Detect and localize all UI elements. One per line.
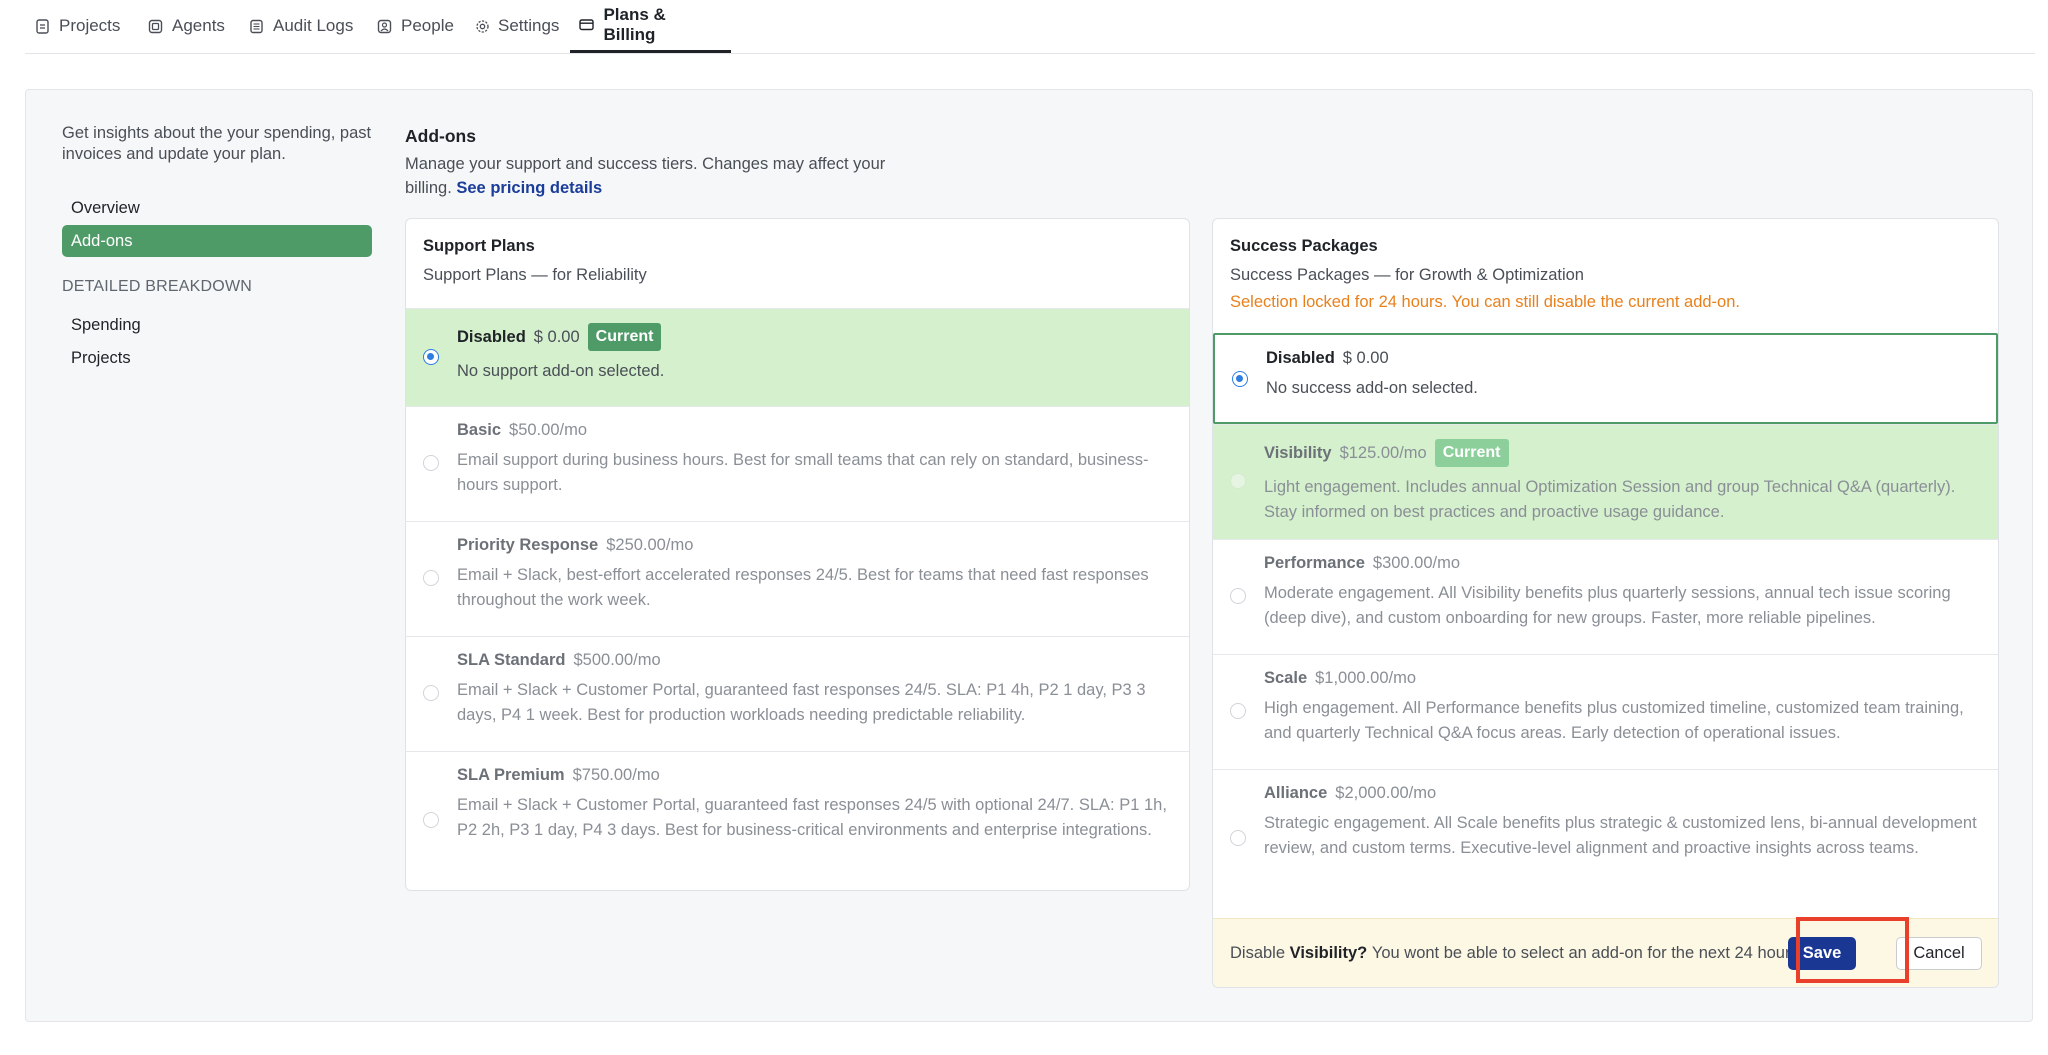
document-icon xyxy=(33,17,51,35)
tab-label: Audit Logs xyxy=(273,16,354,35)
current-badge: Current xyxy=(587,323,662,351)
option-price: $ 0.00 xyxy=(1342,349,1389,367)
radio[interactable] xyxy=(1230,473,1246,489)
option-name: Visibility xyxy=(1264,443,1332,462)
option-price: $50.00/mo xyxy=(509,421,588,439)
option-description: Email + Slack, best-effort accelerated r… xyxy=(457,566,1149,609)
tab-label: Agents xyxy=(172,16,225,35)
radio[interactable] xyxy=(1230,830,1246,846)
radio-selected[interactable] xyxy=(423,349,439,365)
confirm-prefix: Disable xyxy=(1230,943,1286,962)
tab-label: Projects xyxy=(59,16,121,35)
option-description: High engagement. All Performance benefit… xyxy=(1264,699,1964,742)
option-description: No success add-on selected. xyxy=(1266,379,1478,397)
log-icon xyxy=(247,17,265,35)
tab-agents[interactable]: Agents xyxy=(138,0,239,53)
top-tabs: Projects Agents Audit Logs People Settin… xyxy=(25,0,2035,54)
option-name: SLA Standard xyxy=(457,651,566,669)
tab-audit-logs[interactable]: Audit Logs xyxy=(239,0,367,53)
option-description: Email + Slack + Customer Portal, guarant… xyxy=(457,681,1146,724)
option-price: $250.00/mo xyxy=(606,536,694,554)
support-plans-title: Support Plans xyxy=(423,237,535,255)
tab-label: People xyxy=(401,16,454,35)
sidebar-item-overview[interactable]: Overview xyxy=(62,192,372,224)
success-packages-subtitle: Success Packages — for Growth & Optimiza… xyxy=(1230,266,1584,284)
success-option-alliance[interactable]: Alliance $2,000.00/mo Strategic engageme… xyxy=(1213,769,1998,919)
success-option-disabled[interactable]: Disabled $ 0.00 No success add-on select… xyxy=(1213,333,1998,424)
option-name: Performance xyxy=(1264,554,1365,572)
tab-people[interactable]: People xyxy=(367,0,467,53)
option-name: Disabled xyxy=(1266,349,1335,367)
support-option-sla-premium[interactable]: SLA Premium $750.00/mo Email + Slack + C… xyxy=(406,751,1189,890)
pricing-details-link[interactable]: See pricing details xyxy=(456,179,602,197)
sidebar-breakdown-heading: DETAILED BREAKDOWN xyxy=(62,278,252,295)
option-description: Email support during business hours. Bes… xyxy=(457,451,1149,494)
confirm-message: You wont be able to select an add-on for… xyxy=(1371,943,1804,962)
tab-label: Settings xyxy=(498,16,560,35)
tab-projects[interactable]: Projects xyxy=(25,0,138,53)
current-badge: Current xyxy=(1434,439,1509,467)
option-name: Disabled xyxy=(457,327,526,346)
sidebar-item-projects[interactable]: Projects xyxy=(62,342,372,374)
success-option-visibility[interactable]: Visibility $125.00/mo Current Light enga… xyxy=(1213,424,1998,539)
success-option-performance[interactable]: Performance $300.00/mo Moderate engageme… xyxy=(1213,539,1998,654)
sidebar-description: Get insights about the your spending, pa… xyxy=(62,124,372,163)
option-name: Basic xyxy=(457,421,502,439)
save-highlight-box xyxy=(1796,917,1909,983)
option-description: Email + Slack + Customer Portal, guarant… xyxy=(457,796,1167,839)
option-description: No support add-on selected. xyxy=(457,362,665,380)
option-name: Priority Response xyxy=(457,536,599,554)
success-option-scale[interactable]: Scale $1,000.00/mo High engagement. All … xyxy=(1213,654,1998,769)
success-packages-card: Success Packages Success Packages — for … xyxy=(1212,218,1999,988)
sidebar-item-spending[interactable]: Spending xyxy=(62,309,372,341)
option-name: Scale xyxy=(1264,669,1308,687)
tab-plans-billing[interactable]: Plans & Billing xyxy=(570,0,731,53)
option-description: Light engagement. Includes annual Optimi… xyxy=(1264,478,1956,521)
gear-icon xyxy=(475,17,490,35)
agent-icon xyxy=(146,17,164,35)
person-icon xyxy=(375,17,393,35)
sidebar-item-add-ons[interactable]: Add-ons xyxy=(62,225,372,257)
radio[interactable] xyxy=(1230,703,1246,719)
option-price: $ 0.00 xyxy=(533,327,580,346)
page-description: Manage your support and success tiers. C… xyxy=(405,152,925,200)
option-name: Alliance xyxy=(1264,784,1328,802)
option-description: Moderate engagement. All Visibility bene… xyxy=(1264,584,1951,627)
support-option-basic[interactable]: Basic $50.00/mo Email support during bus… xyxy=(406,406,1189,521)
success-packages-title: Success Packages xyxy=(1230,237,1378,255)
radio[interactable] xyxy=(1230,588,1246,604)
option-price: $125.00/mo xyxy=(1339,443,1427,462)
radio[interactable] xyxy=(423,455,439,471)
radio-selected[interactable] xyxy=(1232,371,1248,387)
billing-panel: Get insights about the your spending, pa… xyxy=(25,89,2033,1022)
credit-card-icon xyxy=(578,16,595,34)
option-price: $300.00/mo xyxy=(1372,554,1461,572)
radio[interactable] xyxy=(423,570,439,586)
option-price: $500.00/mo xyxy=(573,651,661,669)
tab-label: Plans & Billing xyxy=(603,4,666,44)
support-option-sla-standard[interactable]: SLA Standard $500.00/mo Email + Slack + … xyxy=(406,636,1189,751)
radio[interactable] xyxy=(423,685,439,701)
page-title: Add-ons xyxy=(405,126,476,146)
option-description: Strategic engagement. All Scale benefits… xyxy=(1264,814,1977,857)
support-option-disabled[interactable]: Disabled $ 0.00 Current No support add-o… xyxy=(406,308,1189,406)
support-option-priority-response[interactable]: Priority Response $250.00/mo Email + Sla… xyxy=(406,521,1189,636)
option-name: SLA Premium xyxy=(457,766,565,784)
option-price: $750.00/mo xyxy=(572,766,660,784)
option-price: $1,000.00/mo xyxy=(1315,669,1417,687)
support-plans-card: Support Plans Support Plans — for Reliab… xyxy=(405,218,1190,891)
radio[interactable] xyxy=(423,812,439,828)
confirm-item: Visibility? xyxy=(1289,943,1368,962)
tab-settings[interactable]: Settings xyxy=(467,0,570,53)
option-price: $2,000.00/mo xyxy=(1335,784,1437,802)
lock-warning: Selection locked for 24 hours. You can s… xyxy=(1230,293,1740,311)
support-plans-subtitle: Support Plans — for Reliability xyxy=(423,266,647,284)
